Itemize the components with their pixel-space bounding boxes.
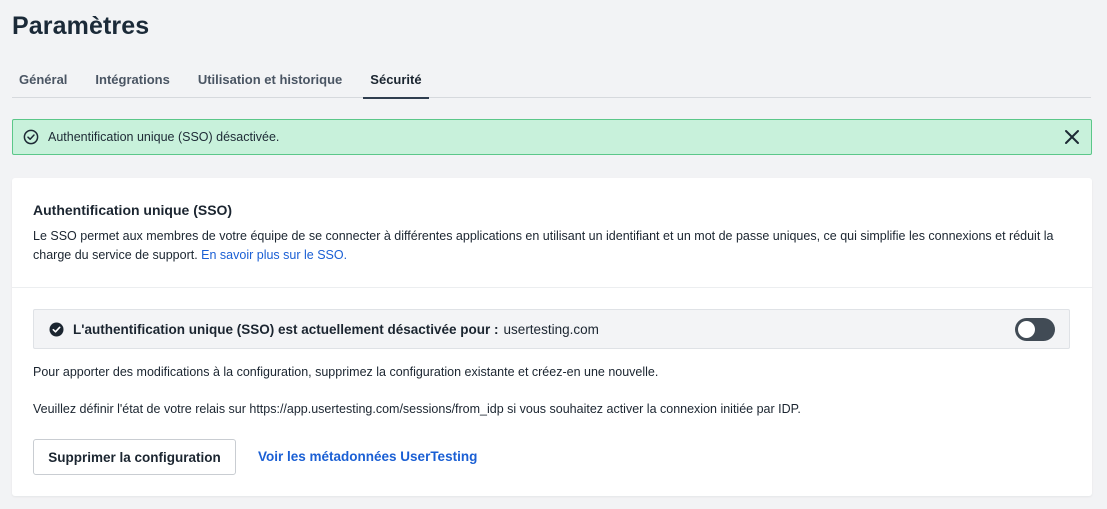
sso-intro-section: Authentification unique (SSO) Le SSO per…: [12, 178, 1092, 288]
check-circle-filled-icon: [49, 322, 64, 337]
tab-general[interactable]: Général: [12, 62, 74, 98]
tab-usage-history[interactable]: Utilisation et historique: [191, 62, 349, 98]
relay-info-text: Veuillez définir l'état de votre relais …: [33, 402, 801, 416]
success-banner: Authentification unique (SSO) désactivée…: [12, 119, 1092, 155]
page-title: Paramètres: [12, 12, 150, 40]
close-icon[interactable]: [1063, 128, 1081, 146]
learn-more-link[interactable]: En savoir plus sur le SSO.: [201, 248, 347, 262]
delete-configuration-button[interactable]: Supprimer la configuration: [33, 439, 236, 475]
sso-title: Authentification unique (SSO): [33, 202, 233, 218]
banner-message: Authentification unique (SSO) désactivée…: [48, 130, 280, 144]
sso-card: Authentification unique (SSO) Le SSO per…: [12, 178, 1092, 496]
sso-description-text: Le SSO permet aux membres de votre équip…: [33, 229, 1054, 262]
view-metadata-link[interactable]: Voir les métadonnées UserTesting: [258, 449, 477, 464]
sso-description: Le SSO permet aux membres de votre équip…: [33, 227, 1073, 265]
sso-toggle[interactable]: [1015, 318, 1055, 341]
config-info-text: Pour apporter des modifications à la con…: [33, 365, 659, 379]
check-circle-icon: [23, 129, 39, 145]
toggle-knob: [1018, 321, 1035, 338]
settings-tabs: Général Intégrations Utilisation et hist…: [12, 62, 1091, 99]
tab-security[interactable]: Sécurité: [363, 62, 429, 99]
sso-status-domain: usertesting.com: [503, 321, 599, 337]
sso-status-label: L'authentification unique (SSO) est actu…: [73, 321, 499, 337]
sso-status-row: L'authentification unique (SSO) est actu…: [33, 309, 1070, 349]
tab-integrations[interactable]: Intégrations: [88, 62, 176, 98]
